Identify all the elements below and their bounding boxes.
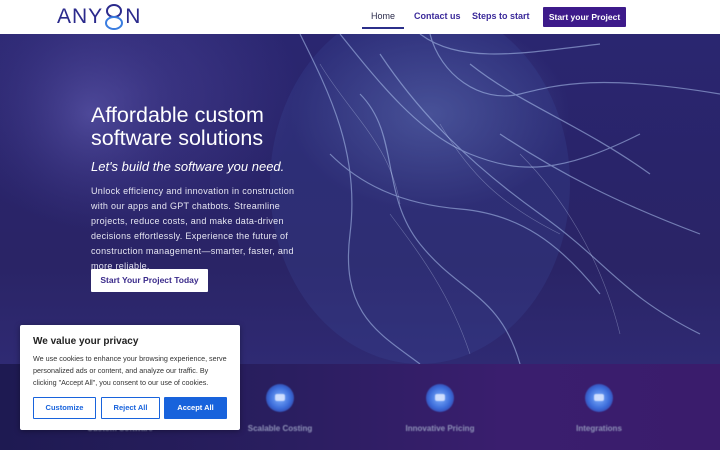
- nav-contact-us[interactable]: Contact us: [414, 0, 461, 34]
- infinity-logo-icon: [105, 4, 124, 30]
- plug-icon: [585, 384, 613, 412]
- hero-section: Affordable custom software solutions Let…: [0, 34, 720, 364]
- logo-text-left: ANY: [57, 5, 104, 28]
- start-project-today-button[interactable]: Start Your Project Today: [91, 269, 208, 292]
- chart-icon: [266, 384, 294, 412]
- lightbulb-icon: [426, 384, 454, 412]
- reject-all-button[interactable]: Reject All: [101, 397, 160, 419]
- feature-label: Innovative Pricing: [405, 424, 475, 433]
- logo[interactable]: ANY N: [57, 3, 141, 31]
- cookie-title: We value your privacy: [33, 336, 139, 347]
- nav-home[interactable]: Home: [362, 0, 404, 29]
- customize-button[interactable]: Customize: [33, 397, 96, 419]
- hero-description: Unlock efficiency and innovation in cons…: [91, 186, 295, 271]
- accept-all-button[interactable]: Accept All: [164, 397, 227, 419]
- hero-subtitle: Let's build the software you need.: [91, 159, 285, 174]
- start-project-button[interactable]: Start your Project: [543, 7, 626, 27]
- cookie-consent-dialog: We value your privacy We use cookies to …: [20, 325, 240, 430]
- logo-text-right: N: [125, 5, 142, 28]
- feature-label: Integrations: [576, 424, 622, 433]
- cookie-description: We use cookies to enhance your browsing …: [33, 354, 227, 387]
- nav-steps-to-start[interactable]: Steps to start: [472, 0, 530, 34]
- site-header: ANY N Home Contact us Steps to start Sta…: [0, 0, 720, 34]
- hero-title: Affordable custom software solutions: [91, 103, 264, 150]
